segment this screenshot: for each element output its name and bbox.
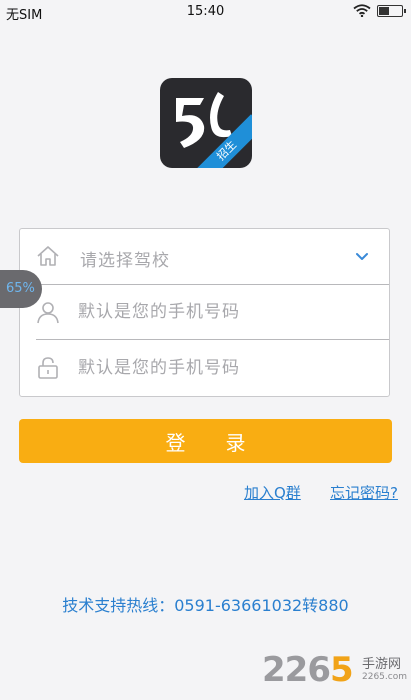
lock-icon: [38, 357, 58, 379]
status-indicators: [353, 4, 406, 17]
app-logo: 招生: [160, 78, 252, 168]
forgot-password-link[interactable]: 忘记密码?: [330, 482, 398, 503]
watermark-url: 2265.com: [362, 672, 407, 682]
status-time: 15:40: [186, 4, 225, 19]
login-button[interactable]: 登录: [19, 419, 392, 463]
chevron-down-icon[interactable]: [355, 249, 369, 263]
phone-row: [20, 285, 389, 340]
floating-percent-bubble[interactable]: 65%: [0, 270, 42, 308]
watermark-cn: 手游网: [362, 657, 402, 672]
school-select[interactable]: 请选择驾校: [20, 229, 389, 284]
password-row: [20, 341, 389, 396]
home-icon: [37, 246, 59, 266]
support-hotline: 技术支持热线：0591-63661032转880: [62, 596, 349, 615]
battery-level: [379, 6, 389, 15]
school-select-placeholder: 请选择驾校: [80, 251, 170, 271]
watermark-logo: 2265 手游网 2265.com: [262, 650, 408, 694]
phone-input[interactable]: [78, 297, 368, 327]
status-bar: 无SIM 15:40: [0, 0, 411, 24]
user-icon: [37, 302, 59, 324]
join-group-link[interactable]: 加入Q群: [244, 482, 301, 503]
logo-mark-icon: [176, 92, 232, 148]
watermark-number: 2265: [262, 650, 354, 690]
password-input[interactable]: [78, 353, 368, 383]
wifi-icon: [353, 4, 371, 17]
form-divider: [36, 339, 389, 340]
login-form: 请选择驾校: [19, 228, 390, 397]
battery-icon: [377, 4, 406, 17]
auxiliary-links: 加入Q群 忘记密码?: [0, 482, 411, 504]
